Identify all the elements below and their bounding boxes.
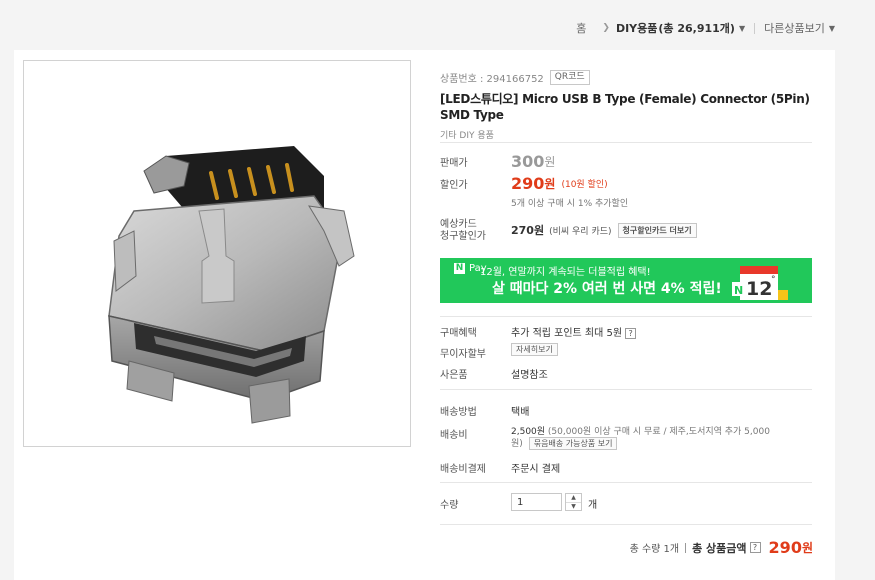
card-label-line2: 청구할인가 [440, 231, 486, 242]
total-price-unit: 원 [801, 541, 813, 555]
card-label-line1: 예상카드 [440, 219, 477, 230]
shipping-payment-value: 주문시 결제 [511, 464, 561, 475]
card-discount-label: 예상카드 청구할인가 [440, 219, 486, 243]
shipping-fee-note: (50,000원 이상 구매 시 무료 / 제주,도서지역 추가 5,000 [547, 427, 770, 437]
quantity-label: 수량 [440, 500, 459, 511]
divider [685, 542, 687, 553]
qr-code-button[interactable]: QR코드 [549, 70, 590, 85]
gift-label: 사은품 [440, 370, 468, 381]
price-label: 판매가 [440, 158, 468, 169]
discount-note: (10원 할인) [561, 180, 608, 190]
breadcrumb-category[interactable]: DIY용품 [616, 20, 657, 36]
shipping-fee-label: 배송비 [440, 430, 468, 441]
shipping-fee-note-end: 원) [511, 439, 523, 449]
category-count: (총 26,911개) [658, 22, 735, 35]
quantity-unit: 개 [588, 500, 598, 511]
card-discount-row: 270원 (비씨 우리 카드) 청구할인카드 더보기 [511, 222, 697, 238]
svg-text:°: ° [771, 275, 776, 285]
quantity-input[interactable]: 1 [511, 493, 562, 511]
caret-down-icon[interactable]: ▼ [739, 24, 745, 33]
installment-label: 무이자할부 [440, 349, 486, 360]
product-title: [LED스튜디오] Micro USB B Type (Female) Conn… [440, 92, 810, 122]
card-names: (비씨 우리 카드) [549, 226, 612, 237]
breadcrumb: 홈 ❯ DIY용품 (총 26,911개) ▼ 다른상품보기 ▼ [576, 20, 835, 36]
shipping-payment-label: 배송비결제 [440, 464, 486, 475]
calendar-month: 12 [746, 278, 772, 300]
original-price: 300 [511, 152, 545, 171]
installment-detail-button[interactable]: 자세히보기 [511, 343, 558, 356]
sale-price-unit: 원 [544, 177, 556, 191]
total-quantity: 총 수량 1개 [629, 544, 680, 555]
price-row: 판매가 300 원 [440, 152, 555, 171]
caret-down-icon[interactable]: ▼ [829, 24, 835, 33]
divider [440, 389, 812, 390]
help-icon[interactable]: ? [749, 542, 761, 553]
divider [754, 22, 756, 34]
divider [440, 482, 812, 483]
other-products-link[interactable]: 다른상품보기 [764, 20, 825, 36]
calendar-icon: N 12 ° [732, 266, 788, 300]
purchase-benefit-label: 구매혜택 [440, 328, 477, 339]
total-price: 290 [768, 538, 802, 557]
purchase-benefit-row: 추가 적립 포인트 최대 5원? [511, 324, 637, 339]
connector-image [108, 146, 355, 424]
product-number: 상품번호 : 294166752 [440, 74, 544, 85]
svg-text:N: N [734, 284, 743, 297]
total-label: 총 상품금액 [692, 541, 747, 555]
divider [440, 142, 812, 143]
product-info: 상품번호 : 294166752 QR코드 [LED스튜디오] Micro US… [440, 70, 812, 141]
card-discount-price: 270원 [511, 224, 545, 237]
chevron-right-icon: ❯ [602, 23, 610, 33]
decrement-arrow-icon[interactable]: ▼ [566, 503, 581, 511]
npay-banner[interactable]: N Pay 12월, 연말까지 계속되는 더블적립 혜택! 살 때마다 2% 여… [440, 258, 812, 303]
divider [440, 524, 812, 525]
bulk-discount-note: 5개 이상 구매 시 1% 추가할인 [511, 199, 629, 209]
product-image[interactable] [23, 60, 411, 447]
shipping-fee-value: 2,500원 [511, 427, 546, 437]
more-cards-button[interactable]: 청구할인카드 더보기 [617, 222, 697, 238]
purchase-benefit-value: 추가 적립 포인트 최대 5원 [511, 328, 623, 339]
divider [440, 316, 812, 317]
naver-n-icon: N [454, 263, 465, 274]
shipping-method-label: 배송방법 [440, 407, 477, 418]
product-subcategory[interactable]: 기타 DIY 용품 [440, 128, 812, 141]
product-number-row: 상품번호 : 294166752 QR코드 [440, 70, 812, 85]
installment-row: 자세히보기 [505, 343, 558, 356]
shipping-method-value: 택배 [511, 407, 530, 418]
banner-subtitle: 12월, 연말까지 계속되는 더블적립 혜택! [480, 267, 651, 278]
sale-price: 290 [511, 174, 545, 193]
sale-price-row: 할인가 290 원 (10원 할인) [440, 174, 608, 193]
increment-arrow-icon[interactable]: ▲ [566, 494, 581, 503]
help-icon[interactable]: ? [625, 328, 637, 339]
bundle-shipping-button[interactable]: 묶음배송 가능상품 보기 [528, 437, 618, 450]
quantity-stepper: ▲ ▼ [565, 493, 582, 511]
gift-value: 설명참조 [511, 370, 548, 381]
price-unit: 원 [544, 155, 556, 169]
sale-price-label: 할인가 [440, 180, 468, 191]
total-row: 총 수량 1개 총 상품금액 ? 290 원 [630, 538, 813, 557]
breadcrumb-home[interactable]: 홈 [576, 20, 586, 36]
banner-headline: 살 때마다 2% 여러 번 사면 4% 적립! [492, 281, 722, 297]
shipping-fee-block: 2,500원 (50,000원 이상 구매 시 무료 / 제주,도서지역 추가 … [511, 426, 770, 450]
